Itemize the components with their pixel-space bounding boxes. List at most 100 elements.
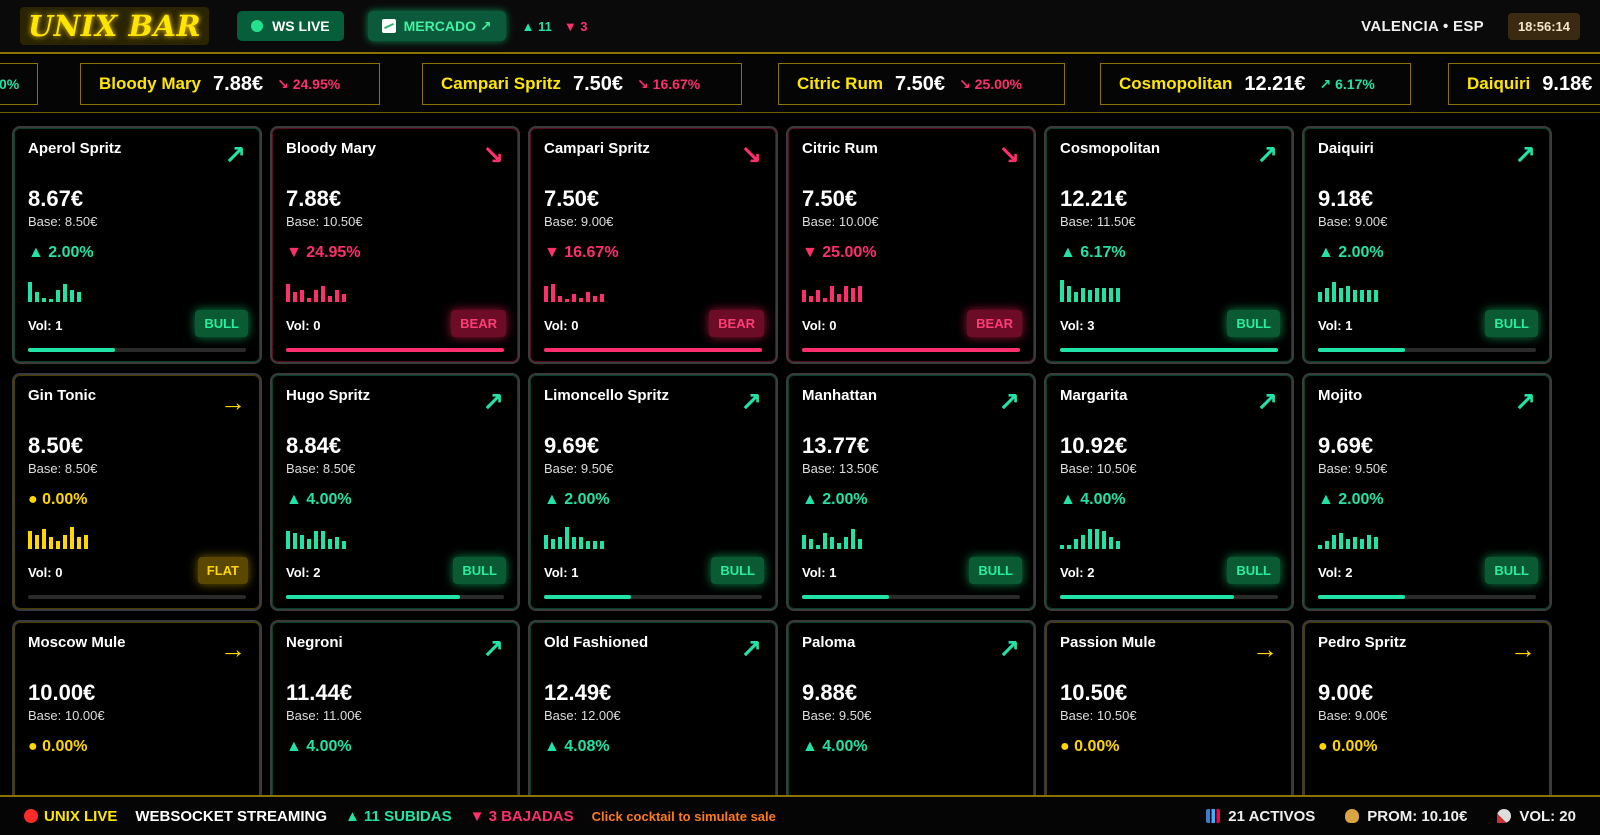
spark-bar [1081, 288, 1085, 302]
spark-bar [70, 290, 74, 302]
avg-stat: PROM: 10.10€ [1345, 808, 1467, 825]
cocktail-card[interactable]: Margarita ↗ 10.92€ Base: 10.50€ ▲ 4.00% Vol: … [1044, 373, 1294, 611]
spark-bar [321, 531, 325, 549]
downs-label: ▼ 3 BAJADAS [469, 807, 574, 825]
card-base-price: Base: 8.50€ [28, 461, 98, 476]
card-volume: Vol: 2 [286, 565, 321, 580]
trend-arrow-icon: ↗ [740, 634, 762, 664]
card-price: 7.88€ [286, 186, 342, 211]
spark-bar [28, 531, 32, 549]
vol-stat: VOL: 20 [1497, 808, 1576, 825]
volume-bar-fill [286, 348, 504, 352]
cocktail-card[interactable]: Campari Spritz ↘ 7.50€ Base: 9.00€ ▼ 16.67% V… [528, 126, 778, 364]
trend-badge: BULL [1485, 557, 1538, 584]
card-price: 8.67€ [28, 186, 84, 211]
spark-bar [49, 299, 53, 302]
cocktail-card[interactable]: Citric Rum ↘ 7.50€ Base: 10.00€ ▼ 25.00% Vol:… [786, 126, 1036, 364]
card-change: ▲ 6.17% [1060, 244, 1126, 261]
card-name: Paloma [802, 634, 856, 651]
card-change: ● 0.00% [1318, 738, 1378, 755]
card-name: Manhattan [802, 387, 877, 404]
ticker-item[interactable]: Daiquiri 9.18€ [1448, 63, 1600, 105]
cocktail-card[interactable]: Gin Tonic → 8.50€ Base: 8.50€ ● 0.00% Vol: 0 F… [12, 373, 262, 611]
spark-bar [600, 541, 604, 549]
volume-bar [286, 348, 504, 352]
spark-bar [551, 539, 555, 549]
trend-badge: BEAR [709, 310, 764, 337]
spark-bar [314, 531, 318, 549]
live-dot-icon [24, 809, 38, 823]
spark-bar [579, 537, 583, 549]
card-name: Citric Rum [802, 140, 878, 157]
spark-bar [1318, 545, 1322, 549]
spark-bar [837, 294, 841, 302]
spark-bar [1109, 537, 1113, 549]
cocktail-card[interactable]: Bloody Mary ↘ 7.88€ Base: 10.50€ ▼ 24.95% Vol… [270, 126, 520, 364]
card-base-price: Base: 11.00€ [286, 708, 362, 723]
ticker-item[interactable]: Cosmopolitan 12.21€ ↗ 6.17% [1100, 63, 1411, 105]
spark-bar [1074, 292, 1078, 302]
sparkline [286, 525, 346, 549]
spark-bar [35, 535, 39, 549]
ticker-price: 7.50€ [572, 72, 624, 95]
rocket-icon [1497, 808, 1512, 823]
card-change: ▲ 2.00% [28, 244, 94, 261]
card-base-price: Base: 9.50€ [802, 708, 872, 723]
trend-arrow-icon: → [1510, 634, 1536, 664]
sparkline [802, 525, 862, 549]
spark-bar [49, 537, 53, 549]
spark-bar [1325, 288, 1329, 302]
spark-bar [586, 292, 590, 302]
trend-badge: BEAR [967, 310, 1022, 337]
ticker-item[interactable]: Campari Spritz 7.50€ ↘ 16.67% [422, 63, 742, 105]
ticker-change: 0% [0, 76, 20, 92]
card-volume: Vol: 1 [28, 318, 63, 333]
spark-bar [1367, 535, 1371, 549]
cocktail-card[interactable]: Limoncello Spritz ↗ 9.69€ Base: 9.50€ ▲ 2.00… [528, 373, 778, 611]
cocktail-card[interactable]: Cosmopolitan ↗ 12.21€ Base: 11.50€ ▲ 6.17% Vo… [1044, 126, 1294, 364]
card-change: ▲ 4.00% [1060, 491, 1126, 508]
spark-bar [1339, 533, 1343, 549]
sparkline [28, 278, 81, 302]
market-button[interactable]: MERCADO ↗ [367, 11, 506, 41]
cocktail-card[interactable]: Mojito ↗ 9.69€ Base: 9.50€ ▲ 2.00% Vol: 2 BULL [1302, 373, 1552, 611]
spark-bar [70, 527, 74, 549]
spark-bar [1332, 282, 1336, 302]
card-price: 10.00€ [28, 680, 96, 705]
spark-bar [1374, 537, 1378, 549]
spark-bar [851, 288, 855, 302]
trend-arrow-icon: ↗ [1514, 387, 1536, 417]
cocktail-card[interactable]: Hugo Spritz ↗ 8.84€ Base: 8.50€ ▲ 4.00% Vol: … [270, 373, 520, 611]
trend-badge: FLAT [197, 557, 248, 584]
spark-bar [1325, 541, 1329, 549]
card-base-price: Base: 9.50€ [1318, 461, 1388, 476]
spark-bar [1318, 292, 1322, 302]
card-name: Passion Mule [1060, 634, 1156, 651]
app-logo: UNIX BAR [20, 7, 210, 45]
spark-bar [1095, 288, 1099, 302]
cocktail-card[interactable]: Manhattan ↗ 13.77€ Base: 13.50€ ▲ 2.00% Vol: … [786, 373, 1036, 611]
card-change: ▼ 16.67% [544, 244, 619, 261]
spark-bar [35, 292, 39, 302]
ticker-item[interactable]: Citric Rum 7.50€ ↘ 25.00% [778, 63, 1065, 105]
spark-bar [809, 539, 813, 549]
spark-bar [572, 537, 576, 549]
card-price: 11.44€ [286, 680, 353, 705]
card-price: 12.49€ [544, 680, 612, 705]
card-base-price: Base: 10.50€ [1060, 461, 1137, 476]
spark-bar [321, 286, 325, 302]
card-volume: Vol: 0 [286, 318, 321, 333]
hint-label: Click cocktail to simulate sale [591, 808, 776, 824]
spark-bar [1088, 529, 1092, 549]
ticker-item[interactable]: 0% [0, 63, 39, 105]
down-count: ▼ 3 [563, 18, 588, 34]
ticker-item[interactable]: Bloody Mary 7.88€ ↘ 24.95% [80, 63, 380, 105]
ticker-change: ↗ 6.17% [1319, 75, 1375, 92]
cocktail-card[interactable]: Daiquiri ↗ 9.18€ Base: 9.00€ ▲ 2.00% Vol: 1 BU… [1302, 126, 1552, 364]
spark-bar [42, 529, 46, 549]
cocktail-card[interactable]: Aperol Spritz ↗ 8.67€ Base: 8.50€ ▲ 2.00% Vol… [12, 126, 262, 364]
spark-bar [293, 533, 297, 549]
trend-arrow-icon: ↘ [482, 140, 504, 170]
trend-badge: BULL [195, 310, 248, 337]
card-name: Hugo Spritz [286, 387, 371, 404]
